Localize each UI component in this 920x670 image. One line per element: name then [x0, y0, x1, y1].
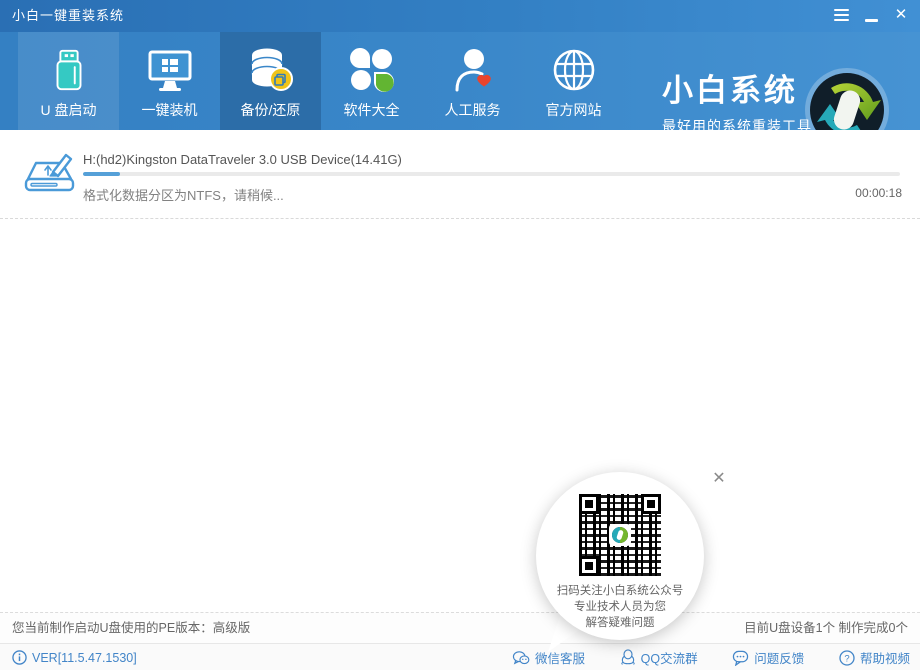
apps-clover-icon [349, 42, 395, 98]
qr-bubble: 扫码关注小白系统公众号 专业技术人员为您 解答疑难问题 [536, 472, 704, 640]
help-circle-icon: ? [839, 650, 855, 666]
monitor-windows-icon [145, 42, 195, 98]
feedback-link[interactable]: 问题反馈 [732, 648, 804, 667]
tab-website[interactable]: 官方网站 [523, 32, 624, 130]
qr-code [579, 494, 661, 576]
minimize-icon [865, 19, 878, 22]
svg-text:?: ? [844, 653, 849, 664]
tab-one-click-install[interactable]: 一键装机 [119, 32, 220, 130]
tab-label: 官方网站 [546, 100, 602, 120]
elapsed-time: 00:00:18 [855, 186, 902, 200]
popup-text: 扫码关注小白系统公众号 专业技术人员为您 解答疑难问题 [557, 583, 684, 631]
usb-drive-icon [46, 42, 92, 98]
tab-label: 人工服务 [445, 100, 501, 120]
tab-software[interactable]: 软件大全 [321, 32, 422, 130]
task-section: H:(hd2)Kingston DataTraveler 3.0 USB Dev… [0, 130, 920, 219]
app-window: 小白一键重装系统 ✕ U 盘 [0, 0, 920, 670]
tab-label: 一键装机 [142, 100, 198, 120]
tab-label: 软件大全 [344, 100, 400, 120]
feedback-bubble-icon [732, 650, 749, 666]
brand: 小白系统 最好用的系统重装工具 [662, 72, 812, 136]
tab-label: 备份/还原 [241, 100, 301, 120]
popup-close-icon[interactable]: ✕ [708, 468, 730, 490]
info-icon [12, 650, 27, 665]
help-video-link[interactable]: ? 帮助视频 [839, 648, 910, 667]
globe-icon [551, 42, 597, 98]
wechat-icon [512, 650, 530, 666]
task-status: 格式化数据分区为NTFS，请稍候... [83, 185, 284, 204]
tab-support[interactable]: 人工服务 [422, 32, 523, 130]
tab-usb-boot[interactable]: U 盘启动 [18, 32, 119, 130]
brand-name: 小白系统 [662, 72, 812, 110]
hamburger-menu-icon [834, 6, 849, 24]
menu-button[interactable] [826, 0, 856, 30]
tab-backup-restore[interactable]: 备份/还原 [220, 32, 321, 130]
qr-center-logo-icon [609, 524, 631, 546]
support-person-heart-icon [451, 42, 495, 98]
version-label: VER[11.5.47.1530] [12, 644, 137, 670]
close-button[interactable]: ✕ [886, 0, 916, 30]
database-backup-icon [247, 42, 295, 98]
qq-icon [620, 649, 636, 666]
progress-bar [83, 172, 900, 176]
pe-version-status: 您当前制作启动U盘使用的PE版本：高级版 [12, 613, 250, 643]
device-label: H:(hd2)Kingston DataTraveler 3.0 USB Dev… [83, 152, 402, 167]
statusbar: 您当前制作启动U盘使用的PE版本：高级版 目前U盘设备1个 制作完成0个 [0, 612, 920, 643]
nav-tabs: U 盘启动 一键装机 [18, 32, 624, 130]
qq-group-link[interactable]: QQ交流群 [620, 648, 698, 667]
window-title: 小白一键重装系统 [12, 0, 124, 32]
minimize-button[interactable] [856, 0, 886, 30]
progress-fill [83, 172, 120, 176]
footer: VER[11.5.47.1530] 微信客服 QQ交流群 [0, 643, 920, 670]
tab-label: U 盘启动 [41, 100, 97, 120]
nav-header: U 盘启动 一键装机 [0, 32, 920, 130]
write-disk-icon [20, 144, 78, 207]
close-icon: ✕ [895, 0, 908, 30]
titlebar: 小白一键重装系统 ✕ [0, 0, 920, 32]
usb-count-status: 目前U盘设备1个 制作完成0个 [744, 613, 908, 643]
